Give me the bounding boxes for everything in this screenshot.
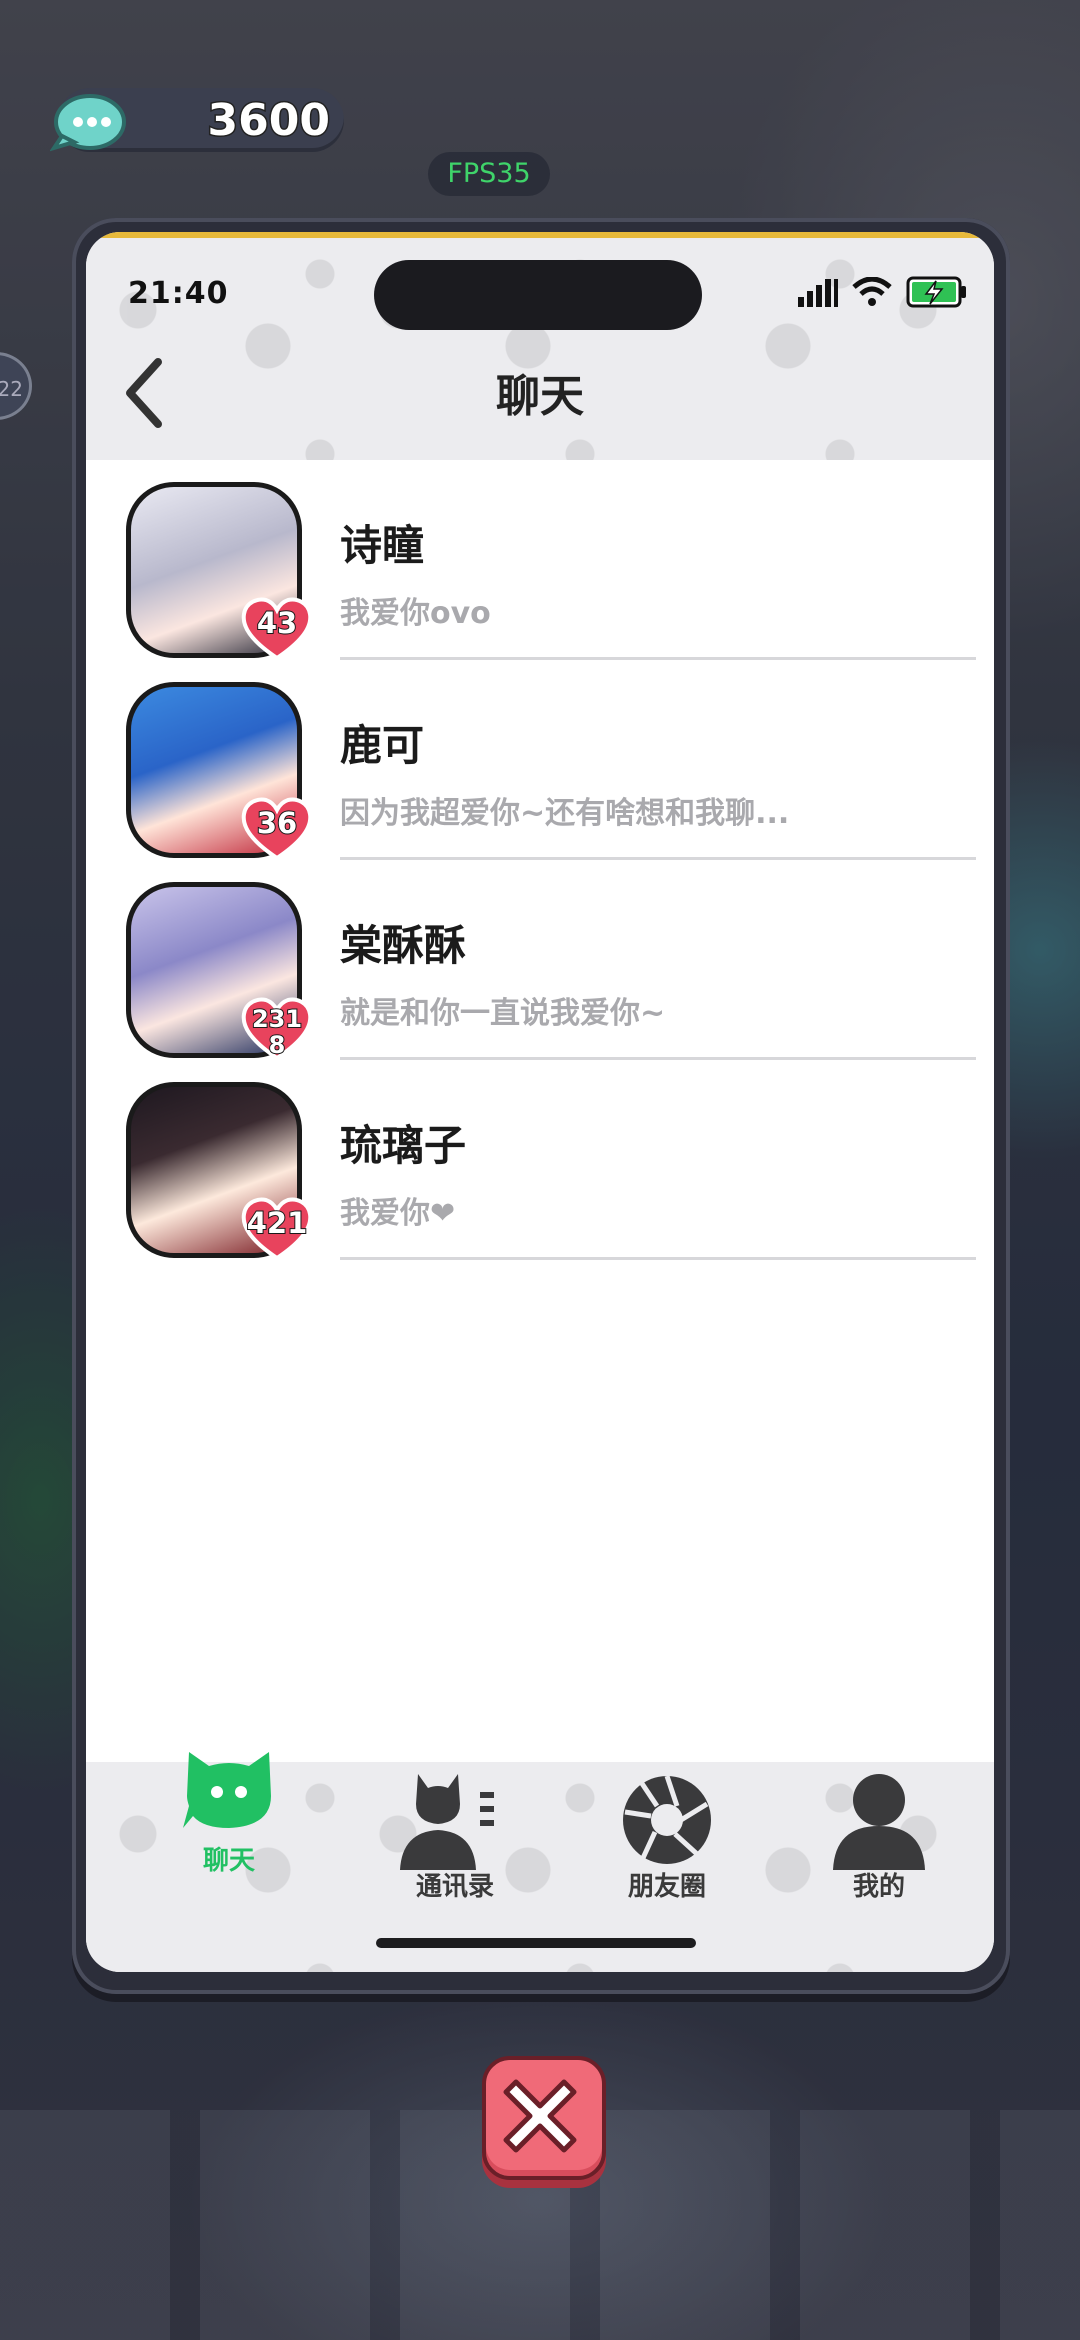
affection-count: 43 <box>256 606 298 640</box>
affection-heart: 2318 <box>240 996 314 1062</box>
chat-currency-icon <box>50 94 126 152</box>
coin-count: 3600 <box>206 94 331 148</box>
last-message: 就是和你一直说我爱你~ <box>340 996 666 1031</box>
chat-list: 43 诗瞳 我爱你ovo 36 鹿可 因为我超爱你~还有啥想和我聊... 231… <box>86 460 994 1261</box>
signal-icon <box>798 279 838 307</box>
home-indicator <box>376 1938 696 1948</box>
chat-row[interactable]: 2318 棠酥酥 就是和你一直说我爱你~ <box>86 860 994 1061</box>
contacts-icon <box>400 1774 494 1870</box>
tab-chat[interactable]: 聊天 <box>154 1752 304 1932</box>
avatar-container: 2318 <box>126 882 313 1061</box>
affection-count: 2318 <box>251 1005 303 1059</box>
affection-count: 36 <box>256 806 298 840</box>
battery-charging-icon <box>906 276 966 308</box>
last-message: 我爱你❤ <box>340 1196 456 1231</box>
tab-label: 朋友圈 <box>627 1872 706 1902</box>
close-button[interactable] <box>482 2056 606 2180</box>
affection-heart: 36 <box>240 796 314 862</box>
chat-cat-icon <box>183 1752 271 1828</box>
avatar-container: 43 <box>126 482 313 661</box>
profile-icon <box>833 1774 925 1870</box>
avatar-container: 421 <box>126 1082 313 1261</box>
chat-header: 21:40 聊天 <box>86 238 994 460</box>
row-divider <box>340 1257 976 1260</box>
tab-contacts[interactable]: 通讯录 <box>380 1762 530 1932</box>
close-icon <box>503 2079 577 2153</box>
wifi-icon <box>852 277 892 306</box>
affection-count: 421 <box>246 1206 309 1240</box>
chat-row[interactable]: 43 诗瞳 我爱你ovo <box>86 460 994 661</box>
last-message: 因为我超爱你~还有啥想和我聊... <box>340 796 790 831</box>
avatar-container: 36 <box>126 682 313 861</box>
chat-row[interactable]: 36 鹿可 因为我超爱你~还有啥想和我聊... <box>86 660 994 861</box>
tab-moments[interactable]: 朋友圈 <box>592 1762 742 1932</box>
status-time: 21:40 <box>128 276 229 311</box>
tab-label: 通讯录 <box>415 1872 494 1902</box>
affection-heart: 43 <box>240 596 314 662</box>
contact-name: 诗瞳 <box>340 521 425 570</box>
contact-name: 棠酥酥 <box>340 921 467 970</box>
tab-me[interactable]: 我的 <box>804 1762 954 1932</box>
fps-indicator: FPS35 <box>428 152 550 196</box>
phone-screen: 21:40 聊天 43 诗瞳 我爱你ovo 36 鹿可 因为我超爱你~还有啥想和… <box>86 232 994 1972</box>
chat-row[interactable]: 421 琉璃子 我爱你❤ <box>86 1060 994 1261</box>
affection-heart: 421 <box>240 1196 314 1262</box>
contact-name: 鹿可 <box>340 721 425 770</box>
status-icons <box>798 274 968 310</box>
dynamic-island <box>374 260 702 330</box>
tab-label: 聊天 <box>202 1846 255 1876</box>
last-message: 我爱你ovo <box>340 596 491 631</box>
contact-name: 琉璃子 <box>340 1121 467 1170</box>
aperture-icon <box>623 1775 711 1864</box>
tab-label: 我的 <box>852 1872 905 1902</box>
page-title: 聊天 <box>496 371 584 422</box>
